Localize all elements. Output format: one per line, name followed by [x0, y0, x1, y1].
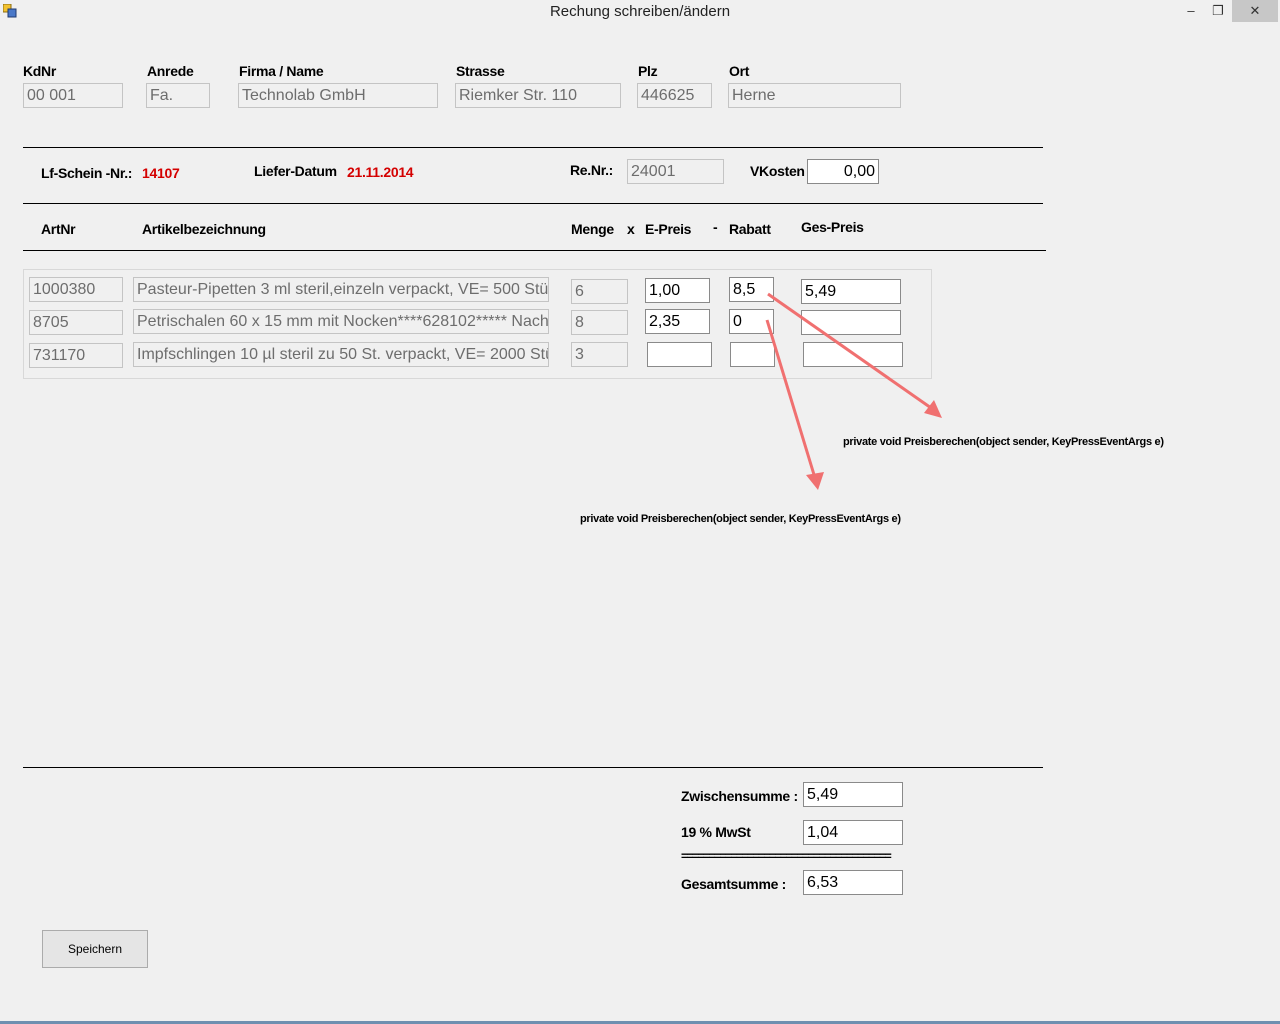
row1-menge-field[interactable]: 6	[571, 279, 628, 304]
vkosten-label: VKosten	[750, 163, 805, 179]
anrede-field[interactable]: Fa.	[146, 83, 210, 108]
row3-gespreis-field[interactable]	[803, 342, 903, 367]
row1-epreis-field[interactable]: 1,00	[645, 278, 710, 303]
row2-gespreis-field[interactable]	[801, 310, 901, 335]
col-header-gespreis: Ges-Preis	[801, 219, 864, 235]
window-title: Rechung schreiben/ändern	[549, 3, 731, 20]
plz-field[interactable]: 446625	[637, 83, 712, 108]
gesamtsumme-label: Gesamtsumme :	[681, 876, 787, 892]
strasse-label: Strasse	[456, 63, 505, 79]
vkosten-field[interactable]: 0,00	[807, 159, 879, 184]
lf-schein-label: Lf-Schein -Nr.:	[41, 165, 133, 181]
lf-schein-value: 14107	[142, 165, 180, 181]
col-header-bezeichnung: Artikelbezeichnung	[142, 221, 266, 237]
plz-label: Plz	[638, 63, 658, 79]
annotation-note-1: private void Preisberechen(object sender…	[843, 436, 1164, 448]
col-header-rabatt: Rabatt	[729, 221, 771, 237]
ort-label: Ort	[729, 63, 750, 79]
divider-4	[23, 767, 1043, 768]
row1-bezeichnung-field[interactable]: Pasteur-Pipetten 3 ml steril,einzeln ver…	[133, 277, 549, 302]
zwischensumme-field[interactable]: 5,49	[803, 782, 903, 807]
zwischensumme-label: Zwischensumme :	[681, 788, 798, 804]
col-header-minus: -	[713, 219, 718, 235]
row1-rabatt-field[interactable]: 8,5	[729, 277, 774, 302]
annotation-arrows	[765, 292, 942, 490]
mwst-field[interactable]: 1,04	[803, 820, 903, 845]
kdnr-field[interactable]: 00 001	[23, 83, 123, 108]
row1-artnr-field[interactable]: 1000380	[29, 277, 123, 302]
row3-epreis-field[interactable]	[647, 342, 712, 367]
col-header-menge: Menge	[571, 221, 614, 237]
liefer-datum-label: Liefer-Datum	[254, 163, 337, 179]
anrede-label: Anrede	[147, 63, 194, 79]
row2-menge-field[interactable]: 8	[571, 310, 628, 335]
liefer-datum-value: 21.11.2014	[347, 164, 414, 180]
col-header-x: x	[627, 221, 635, 237]
row2-bezeichnung-field[interactable]: Petrischalen 60 x 15 mm mit Nocken****62…	[133, 309, 549, 334]
row3-artnr-field[interactable]: 731170	[29, 343, 123, 368]
re-nr-label: Re.Nr.:	[570, 162, 614, 178]
row3-rabatt-field[interactable]	[730, 342, 775, 367]
divider-1	[23, 147, 1043, 148]
title-bar: Rechung schreiben/ändern ‒ ❐ ✕	[0, 0, 1280, 24]
restore-button[interactable]: ❐	[1206, 0, 1230, 22]
save-button[interactable]: Speichern	[42, 930, 148, 968]
close-button[interactable]: ✕	[1232, 0, 1278, 22]
totals-separator: ======================================	[681, 849, 892, 863]
firma-label: Firma / Name	[239, 63, 324, 79]
row3-bezeichnung-field[interactable]: Impfschlingen 10 µl steril zu 50 St. ver…	[133, 342, 549, 367]
row3-menge-field[interactable]: 3	[571, 342, 628, 367]
row2-rabatt-field[interactable]: 0	[729, 309, 774, 334]
col-header-epreis: E-Preis	[645, 221, 692, 237]
re-nr-field[interactable]: 24001	[627, 159, 724, 184]
annotation-note-2: private void Preisberechen(object sender…	[580, 513, 901, 525]
row2-epreis-field[interactable]: 2,35	[645, 309, 710, 334]
mwst-label: 19 % MwSt	[681, 824, 751, 840]
col-header-artnr: ArtNr	[41, 221, 76, 237]
strasse-field[interactable]: Riemker Str. 110	[455, 83, 621, 108]
ort-field[interactable]: Herne	[728, 83, 901, 108]
row1-gespreis-field[interactable]: 5,49	[801, 279, 901, 304]
minimize-button[interactable]: ‒	[1180, 0, 1202, 22]
kdnr-label: KdNr	[23, 63, 57, 79]
firma-field[interactable]: Technolab GmbH	[238, 83, 438, 108]
gesamtsumme-field[interactable]: 6,53	[803, 870, 903, 895]
divider-3	[23, 250, 1046, 251]
row2-artnr-field[interactable]: 8705	[29, 310, 123, 335]
divider-2	[23, 203, 1043, 204]
